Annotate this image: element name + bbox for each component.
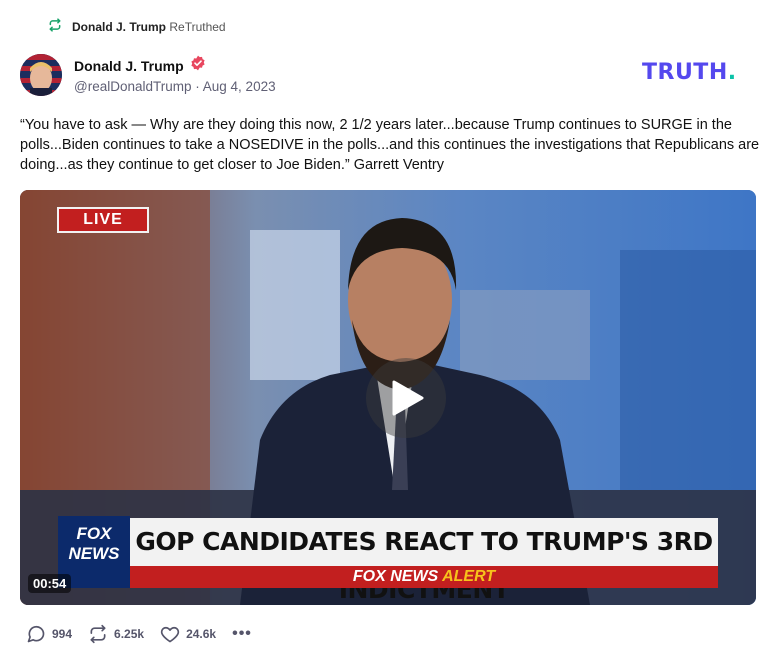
- like-count: 24.6k: [186, 627, 217, 641]
- post-text: “You have to ask — Why are they doing th…: [20, 117, 760, 173]
- retruth-icon: [90, 624, 106, 644]
- chyron-headline: GOP CANDIDATES REACT TO TRUMP'S 3RD INDI…: [130, 518, 718, 604]
- network-logo-line2: NEWS: [68, 544, 120, 563]
- logo-text: TRUTH: [642, 60, 728, 85]
- truth-logo[interactable]: TRUTH.: [642, 60, 737, 85]
- more-icon[interactable]: •••: [232, 625, 252, 643]
- retruth-count: 6.25k: [114, 627, 145, 641]
- retruth-user[interactable]: Donald J. Trump: [72, 20, 166, 34]
- reply-button[interactable]: 994: [26, 624, 72, 644]
- post-actions: 994 6.25k 24.6k •••: [26, 624, 252, 644]
- play-button[interactable]: [366, 358, 446, 438]
- meta-separator: ·: [195, 79, 200, 94]
- play-icon: [392, 380, 424, 416]
- video-player[interactable]: LIVE FOX NEWS GOP CANDIDATES REACT TO TR…: [20, 190, 756, 605]
- reply-icon: [27, 625, 45, 643]
- reply-count: 994: [52, 627, 73, 641]
- chyron-alert: FOX NEWS ALERT: [130, 566, 718, 588]
- live-badge: LIVE: [57, 207, 149, 233]
- author-handle[interactable]: @realDonaldTrump: [74, 79, 192, 94]
- retruth-banner: Donald J. Trump ReTruthed: [48, 18, 226, 35]
- post-date[interactable]: Aug 4, 2023: [203, 79, 276, 94]
- retruth-button[interactable]: 6.25k: [88, 624, 144, 644]
- retruth-verb: ReTruthed: [169, 19, 226, 34]
- logo-dot: .: [727, 60, 737, 85]
- author-name[interactable]: Donald J. Trump: [74, 58, 184, 74]
- verified-badge-icon: [190, 55, 206, 76]
- like-button[interactable]: 24.6k: [160, 624, 216, 644]
- alert-brand: FOX NEWS: [352, 568, 439, 585]
- alert-word: ALERT: [442, 568, 496, 585]
- author-meta: @realDonaldTrump · Aug 4, 2023: [74, 79, 276, 94]
- video-duration: 00:54: [28, 574, 72, 593]
- network-logo-line1: FOX: [76, 524, 112, 543]
- avatar[interactable]: [20, 54, 62, 96]
- heart-icon: [160, 626, 180, 643]
- author-name-line: Donald J. Trump: [74, 55, 206, 76]
- retruth-icon: [48, 18, 62, 35]
